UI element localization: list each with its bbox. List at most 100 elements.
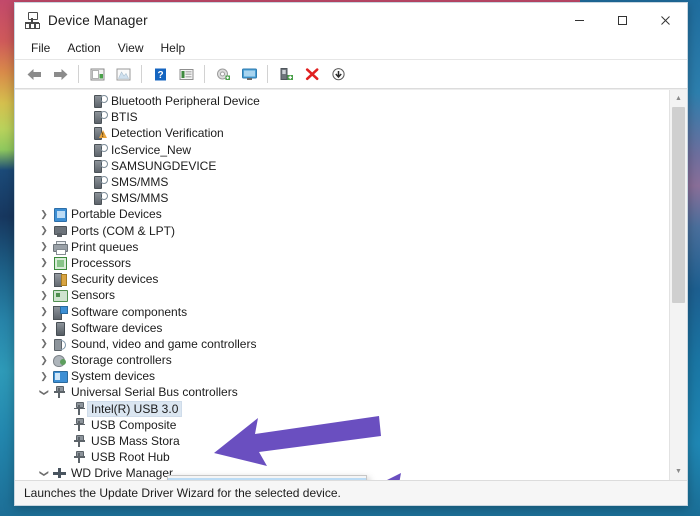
tree-node-label: Software components — [71, 304, 188, 319]
storage-controllers-icon — [51, 353, 68, 368]
bluetooth-device-icon — [91, 110, 108, 125]
tree-node[interactable]: IcService_New — [15, 142, 669, 158]
tree-node[interactable]: SMS/MMS — [15, 174, 669, 190]
tree-node[interactable]: BTIS — [15, 109, 669, 125]
tree-node-label: Intel(R) USB 3.0 — [86, 400, 183, 417]
tree-node[interactable]: Intel(R) USB 3.0 — [15, 400, 669, 417]
bluetooth-device-icon — [91, 94, 108, 109]
scroll-down-icon[interactable]: ▼ — [670, 463, 687, 480]
security-devices-icon — [51, 272, 68, 288]
chevron-right-icon[interactable]: ❯ — [37, 355, 51, 365]
enable-device-icon[interactable] — [274, 62, 298, 86]
chevron-down-icon[interactable]: ❯ — [40, 466, 50, 480]
scrollbar-track[interactable] — [670, 107, 687, 463]
tree-node[interactable]: ❯ Sound, video and game controllers — [15, 336, 669, 352]
software-devices-icon — [51, 321, 68, 336]
tree-node-label: USB Root Hub — [91, 450, 170, 465]
tree-node-label: Bluetooth Peripheral Device — [111, 94, 260, 109]
tree-node[interactable]: ❯ Software devices — [15, 320, 669, 336]
svg-text:?: ? — [157, 70, 163, 81]
sensors-icon — [51, 288, 68, 303]
tree-node[interactable]: Detection Verification — [15, 125, 669, 141]
context-menu-item[interactable]: Update driver — [168, 478, 366, 480]
toolbar-separator — [204, 65, 205, 83]
bluetooth-device-icon — [91, 191, 108, 206]
disable-device-icon[interactable] — [326, 62, 350, 86]
menu-file[interactable]: File — [23, 39, 58, 57]
tree-node-label: IcService_New — [111, 142, 192, 157]
tree-node-label: System devices — [71, 369, 156, 384]
back-arrow-icon[interactable] — [22, 62, 46, 86]
tree-node[interactable]: ❯ Ports (COM & LPT) — [15, 223, 669, 239]
menu-help[interactable]: Help — [153, 39, 194, 57]
chevron-right-icon[interactable]: ❯ — [37, 323, 51, 332]
toolbar-separator — [141, 65, 142, 83]
tree-node[interactable]: ❯ Portable Devices — [15, 206, 669, 223]
device-tree: Bluetooth Peripheral DeviceBTISDetection… — [15, 90, 669, 480]
tree-node-label: WD Drive Manager — [71, 466, 174, 480]
tree-node[interactable]: ❯ Sensors — [15, 287, 669, 303]
usb-device-icon — [71, 418, 88, 432]
chevron-right-icon[interactable]: ❯ — [37, 274, 51, 284]
menu-view[interactable]: View — [110, 39, 152, 57]
scroll-up-icon[interactable]: ▲ — [670, 90, 687, 107]
tree-node[interactable]: SMS/MMS — [15, 190, 669, 206]
window-controls — [558, 3, 687, 37]
tree-node[interactable]: ❯ Universal Serial Bus controllers — [15, 384, 669, 400]
system-devices-icon — [51, 369, 68, 384]
forward-arrow-icon[interactable] — [48, 62, 72, 86]
toolbar-separator — [267, 65, 268, 83]
tree-node[interactable]: ❯ Storage controllers — [15, 352, 669, 368]
maximize-button[interactable] — [601, 3, 644, 37]
minimize-button[interactable] — [558, 3, 601, 37]
menu-action[interactable]: Action — [59, 39, 108, 57]
close-button[interactable] — [644, 3, 687, 37]
tree-node-label: Ports (COM & LPT) — [71, 223, 176, 238]
chevron-right-icon[interactable]: ❯ — [37, 258, 51, 267]
tree-node[interactable]: USB Composite — [15, 417, 669, 433]
tree-node-label: Software devices — [71, 320, 163, 335]
menu-bar: File Action View Help — [15, 37, 687, 60]
tree-node[interactable]: Bluetooth Peripheral Device — [15, 93, 669, 109]
tree-node-label: Portable Devices — [71, 207, 162, 222]
chevron-right-icon[interactable]: ❯ — [37, 226, 51, 235]
tree-node[interactable]: USB Root Hub — [15, 449, 669, 465]
properties-icon[interactable] — [85, 62, 109, 86]
chevron-right-icon[interactable]: ❯ — [37, 371, 51, 381]
device-tree-pane[interactable]: Bluetooth Peripheral DeviceBTISDetection… — [15, 90, 669, 480]
device-list-icon[interactable] — [174, 62, 198, 86]
chevron-right-icon[interactable]: ❯ — [37, 242, 51, 251]
chevron-right-icon[interactable]: ❯ — [37, 290, 51, 300]
toolbar: ? — [15, 60, 687, 89]
tree-node[interactable]: SAMSUNGDEVICE — [15, 158, 669, 174]
software-components-icon — [51, 305, 68, 320]
context-menu: Update driverDisable deviceUninstall dev… — [167, 475, 367, 480]
tree-node-label: SAMSUNGDEVICE — [111, 158, 217, 173]
tree-node[interactable]: ❯ Software components — [15, 303, 669, 320]
tree-node[interactable]: USB Mass Stora — [15, 433, 669, 449]
bluetooth-device-icon — [91, 175, 108, 190]
chevron-down-icon[interactable]: ❯ — [40, 385, 50, 399]
scan-hardware-icon[interactable] — [237, 62, 261, 86]
usb-controllers-icon — [51, 385, 68, 399]
show-hidden-devices-icon[interactable] — [111, 62, 135, 86]
scrollbar-thumb[interactable] — [672, 107, 685, 303]
vertical-scrollbar[interactable]: ▲ ▼ — [669, 90, 687, 480]
bluetooth-device-warning-icon — [91, 126, 108, 141]
bluetooth-device-icon — [91, 159, 108, 173]
help-icon[interactable]: ? — [148, 62, 172, 86]
update-driver-icon[interactable] — [211, 62, 235, 86]
chevron-right-icon[interactable]: ❯ — [37, 307, 51, 316]
chevron-right-icon[interactable]: ❯ — [37, 339, 51, 348]
chevron-right-icon[interactable]: ❯ — [37, 209, 51, 219]
tree-node[interactable]: ❯ Processors — [15, 255, 669, 271]
usb-device-icon — [71, 402, 88, 416]
tree-node-label: Sound, video and game controllers — [71, 336, 257, 351]
tree-node[interactable]: ❯ Print queues — [15, 239, 669, 255]
tree-node[interactable]: ❯ System devices — [15, 368, 669, 384]
tree-node-label: Security devices — [71, 272, 159, 287]
usb-device-icon — [71, 450, 88, 464]
tree-node-label: SMS/MMS — [111, 175, 169, 190]
uninstall-device-icon[interactable] — [300, 62, 324, 86]
tree-node[interactable]: ❯ Security devices — [15, 271, 669, 288]
